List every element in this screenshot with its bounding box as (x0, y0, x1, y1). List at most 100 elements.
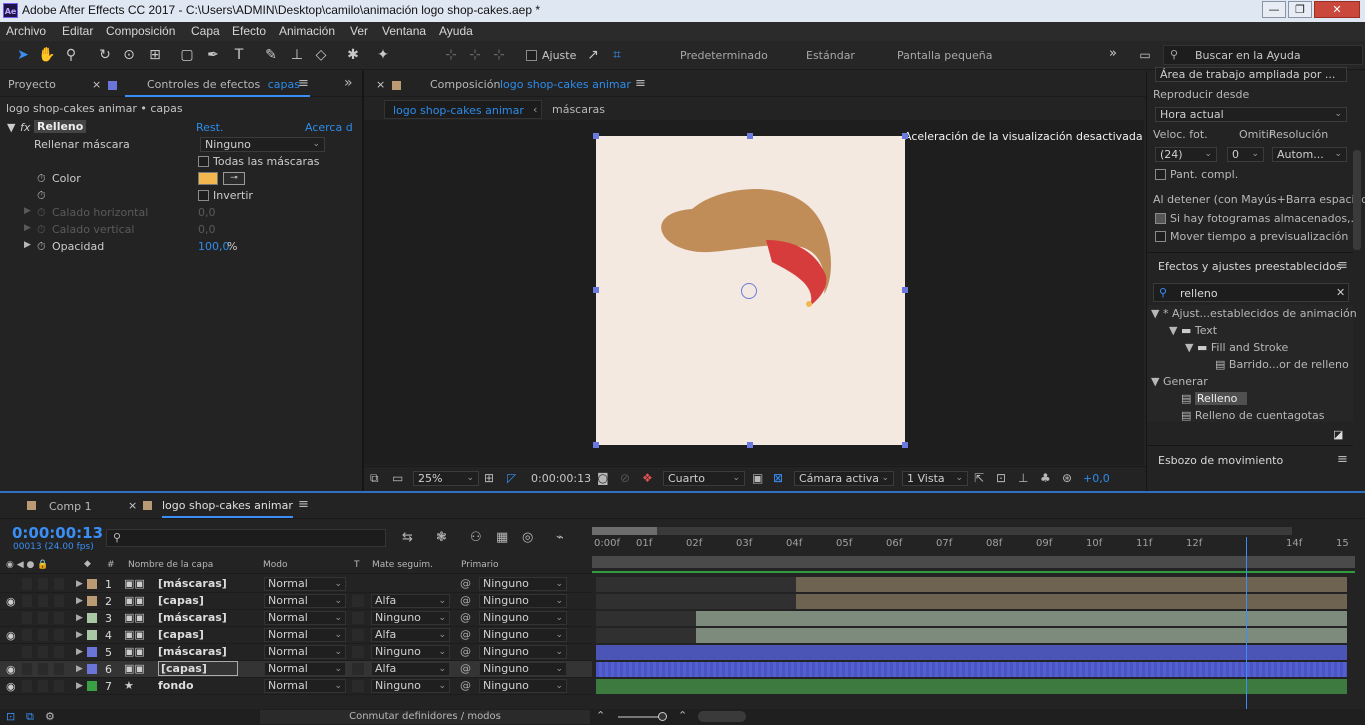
layer-mode-dropdown[interactable]: Normal ⌄ (264, 611, 346, 625)
selection-tool-icon[interactable]: ➤ (14, 46, 32, 64)
solo-slot[interactable] (38, 612, 48, 624)
workspace-dropdown[interactable]: Área de trabajo ampliada por ... (1155, 67, 1347, 82)
menu-editar[interactable]: Editar (62, 24, 93, 38)
solo-slot[interactable] (38, 663, 48, 675)
timeline-search-input[interactable]: ⚲ (106, 529, 386, 547)
snapshot-icon[interactable]: ◙ (597, 471, 609, 485)
exposure-value[interactable]: +0,0 (1083, 472, 1110, 485)
track-matte-dropdown[interactable]: Ninguno ⌄ (371, 679, 450, 693)
tree-item-relleno-cuentagotas[interactable]: ▤ Relleno de cuentagotas (1181, 409, 1324, 422)
flowchart-icon[interactable]: ♣ (1040, 471, 1051, 485)
stopwatch-icon[interactable]: ⏱ (37, 172, 46, 186)
bbox-handle[interactable] (902, 133, 908, 139)
solo-slot[interactable] (38, 578, 48, 590)
work-area-bar[interactable] (592, 527, 1292, 535)
tab-proyecto[interactable]: Proyecto (8, 78, 56, 91)
tree-item-generar[interactable]: ▼ Generar (1151, 375, 1208, 388)
menu-ver[interactable]: Ver (350, 24, 368, 38)
pan-behind-tool-icon[interactable]: ⊞ (146, 46, 164, 64)
tab-timeline-active[interactable]: logo shop-cakes animar (162, 499, 293, 518)
layer-mode-dropdown[interactable]: Normal ⌄ (264, 662, 346, 676)
hand-tool-icon[interactable]: ✋ (38, 46, 56, 64)
lock-slot[interactable] (54, 663, 64, 675)
clear-search-icon[interactable]: ✕ (1336, 286, 1345, 299)
eye-icon[interactable]: ◉ (6, 595, 16, 608)
menu-ayuda[interactable]: Ayuda (439, 24, 473, 38)
stopwatch-icon[interactable]: ⏱ (37, 206, 46, 220)
pick-whip-icon[interactable]: @ (460, 594, 471, 607)
layer-mode-dropdown[interactable]: Normal ⌄ (264, 628, 346, 642)
audio-slot[interactable] (22, 595, 32, 607)
expand-arrow-icon[interactable]: ▶ (24, 240, 31, 250)
expand-arrow-icon[interactable]: ▶ (24, 223, 31, 233)
views-dropdown[interactable]: 1 Vista ⌄ (902, 471, 968, 486)
comp-nav-tab-other[interactable]: máscaras (552, 103, 605, 116)
close-button[interactable]: ✕ (1314, 1, 1360, 18)
layer-label-color[interactable] (87, 664, 97, 674)
twirl-arrow-icon[interactable]: ▶ (76, 613, 83, 623)
anchor-point-icon[interactable] (741, 283, 757, 299)
region-of-interest-icon[interactable]: ▣ (752, 471, 763, 485)
timeline-scrollbar[interactable] (698, 711, 746, 722)
brush-tool-icon[interactable]: ✎ (262, 46, 280, 64)
workspace-pantalla-pequena[interactable]: Pantalla pequeña (897, 49, 992, 62)
composition-viewer[interactable]: Aceleración de la visualización desactiv… (364, 120, 1144, 465)
preserve-transparency-slot[interactable] (352, 663, 364, 675)
solo-slot[interactable] (38, 629, 48, 641)
timeline-icon[interactable]: ⊥ (1018, 471, 1028, 485)
layer-row[interactable]: ◉ ▶ 6 ▣▣ [capas] Normal ⌄ Alfa ⌄ @ Ninguno… (0, 661, 592, 678)
time-ruler[interactable]: 0:00f 01f 02f 03f 04f 05f 06f 07f 08f 09f 10f 11f 12… (592, 523, 1365, 575)
tree-item-fill-stroke[interactable]: ▼ ▬ Fill and Stroke (1185, 341, 1288, 354)
layer-duration-bar[interactable] (796, 577, 1347, 592)
fullscreen-checkbox[interactable] (1155, 169, 1166, 180)
solo-slot[interactable] (38, 595, 48, 607)
track-matte-dropdown[interactable]: Ninguno ⌄ (371, 645, 450, 659)
bbox-handle[interactable] (593, 133, 599, 139)
layer-row[interactable]: ◉ ▶ 2 ▣▣ [capas] Normal ⌄ Alfa ⌄ @ Ninguno… (0, 593, 592, 610)
local-axis-icon[interactable]: ⊹ (442, 46, 460, 64)
more-workspaces-icon[interactable]: » (1109, 46, 1117, 61)
audio-slot[interactable] (22, 629, 32, 641)
mask-visibility-icon[interactable]: ◸ (507, 471, 516, 485)
minimize-button[interactable]: — (1262, 1, 1286, 18)
show-snapshot-icon[interactable]: ⊘ (620, 471, 630, 485)
stopwatch-icon[interactable]: ⏱ (37, 223, 46, 237)
eye-icon[interactable]: ◉ (6, 663, 16, 676)
pick-whip-icon[interactable]: @ (460, 628, 471, 641)
preserve-transparency-slot[interactable] (352, 680, 364, 692)
effect-expand-icon[interactable]: ▼ (7, 121, 15, 134)
pick-whip-icon[interactable]: @ (460, 662, 471, 675)
audio-slot[interactable] (22, 680, 32, 692)
tab-effect-controls[interactable]: Controles de efectos capas (125, 78, 310, 97)
layer-duration-bar[interactable] (596, 662, 1347, 677)
layer-row[interactable]: ▶ 1 ▣▣ [máscaras] Normal ⌄ @ Ninguno ⌄ (0, 576, 592, 593)
close-tab-icon[interactable]: × (92, 78, 101, 91)
motion-sketch-title[interactable]: Esbozo de movimiento (1158, 454, 1283, 467)
effect-name[interactable]: Relleno (34, 120, 87, 133)
menu-composicion[interactable]: Composición (106, 24, 175, 38)
expand-arrow-icon[interactable]: ▶ (24, 206, 31, 216)
preserve-transparency-slot[interactable] (352, 646, 364, 658)
twirl-arrow-icon[interactable]: ▶ (76, 630, 83, 640)
layer-label-color[interactable] (87, 647, 97, 657)
bbox-handle[interactable] (593, 442, 599, 448)
lock-slot[interactable] (54, 578, 64, 590)
bbox-handle[interactable] (593, 287, 599, 293)
graph-editor-icon[interactable]: ⌁ (556, 530, 564, 545)
layer-duration-bar[interactable] (796, 594, 1347, 609)
comp-tab-prefix[interactable]: Composición (430, 78, 500, 91)
resolution-preview-dropdown[interactable]: Autom... ⌄ (1272, 147, 1347, 162)
layer-label-color[interactable] (87, 630, 97, 640)
label-column-icon[interactable]: ◆ (84, 559, 91, 569)
audio-slot[interactable] (22, 646, 32, 658)
comp-mini-flowchart-icon[interactable]: ⇆ (402, 530, 413, 545)
world-axis-icon[interactable]: ⊹ (466, 46, 484, 64)
bbox-handle[interactable] (902, 287, 908, 293)
fill-mask-dropdown[interactable]: Ninguno ⌄ (200, 137, 325, 152)
toggle-switches-modes-button[interactable]: Conmutar definidores / modos (260, 710, 590, 724)
maximize-button[interactable]: ❐ (1288, 1, 1312, 18)
lock-slot[interactable] (54, 629, 64, 641)
layer-row[interactable]: ◉ ▶ 4 ▣▣ [capas] Normal ⌄ Alfa ⌄ @ Ninguno… (0, 627, 592, 644)
zoom-tool-icon[interactable]: ⚲ (62, 46, 80, 64)
layer-label-color[interactable] (87, 596, 97, 606)
